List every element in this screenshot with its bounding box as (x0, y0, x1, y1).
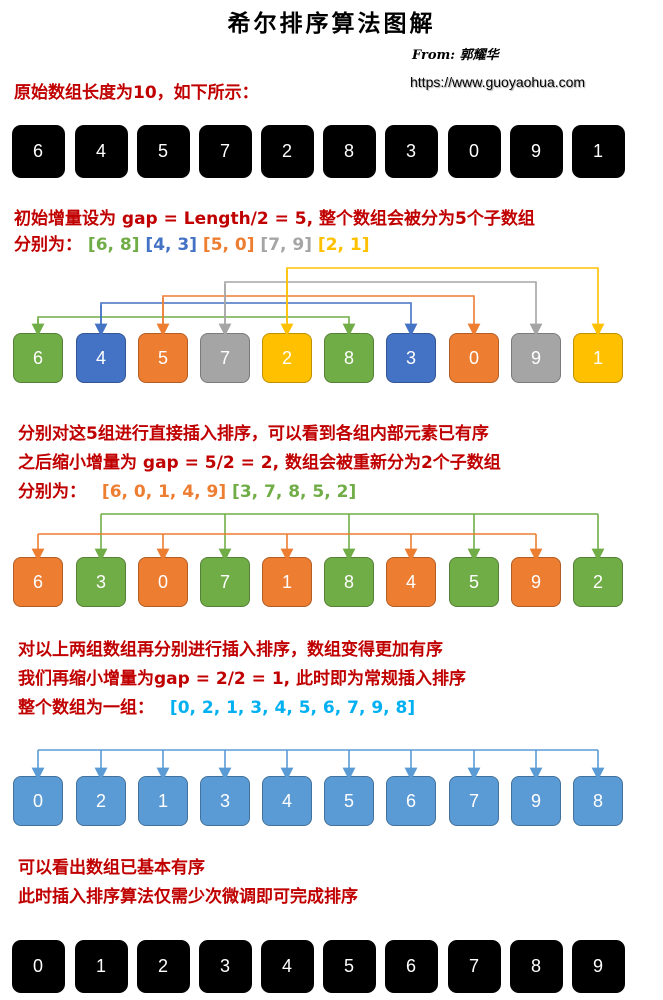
group-bracket (286, 267, 605, 337)
group-bracket (162, 295, 481, 337)
connector-arrows (31, 267, 605, 781)
group-bracket (224, 281, 543, 337)
group-bracket (37, 316, 356, 337)
